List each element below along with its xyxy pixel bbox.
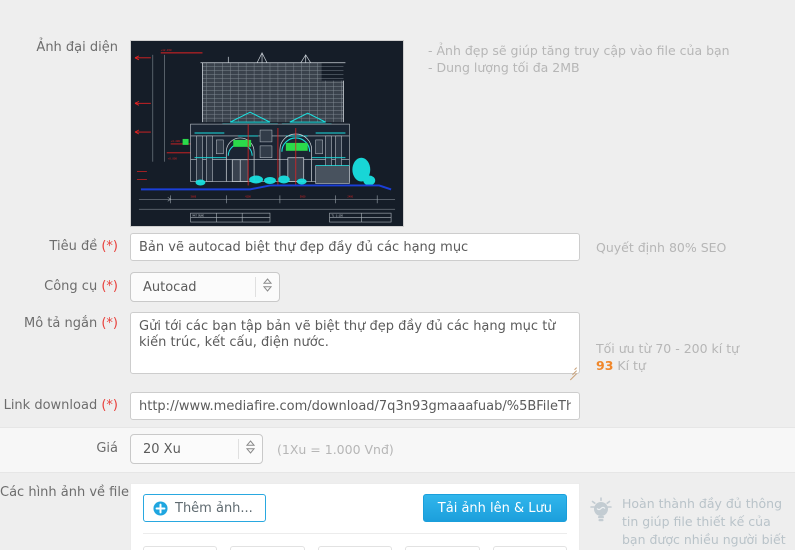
link-download-input[interactable]	[130, 392, 580, 420]
price-hint: (1Xu = 1.000 Vnđ)	[277, 441, 394, 457]
avatar-field: +12.450 +3.200 +0.000 3800 4200 3600 240…	[130, 40, 730, 227]
svg-text:2400: 2400	[347, 195, 353, 198]
price-label: Giá	[96, 441, 118, 456]
title-field: Quyết định 80% SEO	[130, 233, 726, 261]
thumbnail-slot[interactable]	[492, 546, 568, 550]
avatar-hint-1: - Ảnh đẹp sẽ giúp tăng truy cập vào file…	[428, 43, 730, 58]
link-label: Link download (*)	[0, 398, 118, 414]
tool-required-mark: (*)	[101, 279, 118, 294]
svg-text:4200: 4200	[245, 195, 251, 198]
svg-text:3800: 3800	[191, 195, 197, 198]
image-upload-toolbar: Thêm ảnh... Tải ảnh lên & Lưu	[143, 494, 567, 522]
title-hint: Quyết định 80% SEO	[596, 239, 727, 255]
svg-text:3600: 3600	[300, 195, 306, 198]
description-counter-unit: Kí tự	[617, 358, 646, 373]
description-textarea[interactable]: Gửi tới các bạn tập bản vẽ biệt thự đẹp …	[130, 312, 580, 374]
add-image-button[interactable]: Thêm ảnh...	[143, 494, 266, 522]
images-label: Các hình ảnh về file	[0, 485, 129, 500]
avatar-image-preview[interactable]: +12.450 +3.200 +0.000 3800 4200 3600 240…	[130, 40, 404, 227]
image-upload-panel: Thêm ảnh... Tải ảnh lên & Lưu	[130, 483, 580, 550]
row-link: Link download (*)	[0, 392, 795, 420]
upload-file-form-page: Ảnh đại diện +12.450 +3.200 +0.000 3800 …	[0, 0, 795, 550]
completion-hint-text: Hoàn thành đầy đủ thông tin giúp file th…	[622, 496, 786, 547]
svg-text:+0.000: +0.000	[168, 158, 178, 161]
link-label-text: Link download	[3, 398, 98, 413]
row-price: Giá 20 Xu (1Xu = 1.000 Vnđ)	[0, 434, 795, 464]
avatar-label: Ảnh đại diện	[36, 40, 118, 55]
price-select[interactable]: 20 Xu	[130, 434, 263, 464]
plus-circle-icon	[153, 500, 168, 516]
row-avatar: Ảnh đại diện +12.450 +3.200 +0.000 3800 …	[0, 40, 795, 227]
title-input[interactable]	[130, 233, 580, 261]
description-counter: 93 Kí tự	[596, 357, 739, 374]
price-select-wrapper: 20 Xu	[130, 434, 263, 464]
tool-select-wrapper: Autocad	[130, 272, 280, 302]
row-tool: Công cụ (*) Autocad	[0, 272, 795, 302]
row-title: Tiêu đề (*) Quyết định 80% SEO	[0, 233, 795, 261]
svg-text:+12.450: +12.450	[161, 49, 172, 52]
thumbnail-slot[interactable]	[143, 546, 218, 550]
row-description: Mô tả ngắn (*) Gửi tới các bạn tập bản v…	[0, 312, 795, 381]
images-field: Thêm ảnh... Tải ảnh lên & Lưu	[130, 483, 580, 550]
svg-text:+3.200: +3.200	[171, 140, 181, 143]
description-label-text: Mô tả ngắn	[24, 316, 98, 331]
upload-and-save-button[interactable]: Tải ảnh lên & Lưu	[422, 494, 567, 522]
avatar-hints: - Ảnh đẹp sẽ giúp tăng truy cập vào file…	[428, 40, 730, 227]
add-image-button-label: Thêm ảnh...	[175, 500, 253, 516]
link-required-mark: (*)	[101, 398, 118, 413]
thumbnail-slot[interactable]	[230, 546, 305, 550]
tool-field: Autocad	[130, 272, 280, 302]
description-label: Mô tả ngắn (*)	[0, 312, 118, 332]
thumbnail-slot[interactable]	[317, 546, 393, 550]
tool-select[interactable]: Autocad	[130, 272, 280, 302]
lightbulb-icon	[588, 495, 614, 550]
description-hint: Tối ưu từ 70 - 200 kí tự	[596, 341, 740, 356]
description-required-mark: (*)	[101, 316, 118, 331]
svg-text:TL 1:100: TL 1:100	[332, 215, 344, 218]
cad-drawing-svg: +12.450 +3.200 +0.000 3800 4200 3600 240…	[131, 41, 403, 226]
avatar-hint-2: - Dung lượng tối đa 2MB	[428, 60, 580, 75]
description-hints: Tối ưu từ 70 - 200 kí tự 93 Kí tự	[596, 340, 739, 378]
tool-label: Công cụ (*)	[0, 279, 118, 295]
svg-text:MAT DUNG: MAT DUNG	[193, 215, 205, 218]
thumbnail-slot[interactable]	[405, 546, 480, 550]
link-field	[130, 392, 580, 420]
description-counter-value: 93	[596, 358, 614, 373]
cad-drawing-image: +12.450 +3.200 +0.000 3800 4200 3600 240…	[131, 41, 403, 226]
price-field: 20 Xu (1Xu = 1.000 Vnđ)	[130, 434, 394, 464]
title-label-text: Tiêu đề	[49, 239, 98, 254]
description-field: Gửi tới các bạn tập bản vẽ biệt thự đẹp …	[130, 312, 739, 381]
tool-label-text: Công cụ	[44, 279, 98, 294]
thumbnail-list	[143, 534, 568, 550]
title-required-mark: (*)	[101, 239, 118, 254]
title-label: Tiêu đề (*)	[0, 239, 118, 255]
description-textarea-wrapper: Gửi tới các bạn tập bản vẽ biệt thự đẹp …	[130, 312, 580, 381]
completion-hint: Hoàn thành đầy đủ thông tin giúp file th…	[588, 495, 795, 550]
